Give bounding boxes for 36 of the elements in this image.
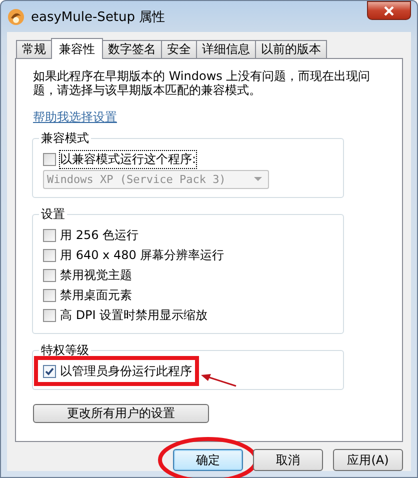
tab[interactable]: 常规	[16, 40, 52, 58]
close-icon	[383, 6, 395, 16]
checkbox-label[interactable]: 禁用视觉主题	[60, 266, 132, 284]
dialog-button[interactable]: 应用(A)	[333, 449, 403, 471]
checkbox[interactable]	[43, 288, 56, 302]
tab[interactable]: 数字签名	[102, 40, 162, 58]
group-title: 兼容模式	[40, 130, 90, 147]
window-title: easyMule-Setup 属性	[31, 8, 166, 26]
close-button[interactable]	[367, 1, 411, 20]
all-users-settings-button[interactable]: 更改所有用户的设置	[33, 404, 209, 423]
checkbox-label[interactable]: 禁用桌面元素	[60, 286, 132, 304]
help-link[interactable]: 帮助我选择设置	[33, 109, 117, 126]
group-title: 设置	[40, 206, 66, 223]
pointer-arrow	[201, 373, 237, 387]
description-text: 如果此程序在早期版本的 Windows 上没有问题，而现在出现问题，请选择与该早期版本匹配的兼容模式。	[33, 69, 372, 97]
dialog-button[interactable]: 确定	[173, 449, 243, 471]
checkbox[interactable]	[43, 364, 56, 378]
checkbox-label[interactable]: 用 640 x 480 屏幕分辨率运行	[60, 246, 224, 264]
checkbox[interactable]	[43, 228, 56, 242]
tab[interactable]: 详细信息	[196, 40, 256, 58]
tab[interactable]: 安全	[161, 40, 197, 58]
tab[interactable]: 以前的版本	[255, 40, 327, 58]
checkbox[interactable]	[43, 152, 56, 166]
check-icon	[45, 366, 54, 376]
checkbox[interactable]	[43, 268, 56, 282]
caret-icon	[254, 177, 262, 181]
checkbox-label[interactable]: 以兼容模式运行这个程序:	[60, 150, 196, 168]
dialog-button[interactable]: 取消	[253, 449, 323, 471]
checkbox-label[interactable]: 用 256 色运行	[60, 226, 139, 244]
checkbox-label[interactable]: 高 DPI 设置时禁用显示缩放	[60, 306, 208, 324]
checkbox-label[interactable]: 以管理员身份运行此程序	[60, 362, 192, 380]
group-title: 特权等级	[40, 342, 90, 359]
checkbox[interactable]	[43, 248, 56, 262]
app-icon	[7, 8, 25, 26]
tab[interactable]: 兼容性	[51, 38, 103, 59]
checkbox[interactable]	[43, 308, 56, 322]
